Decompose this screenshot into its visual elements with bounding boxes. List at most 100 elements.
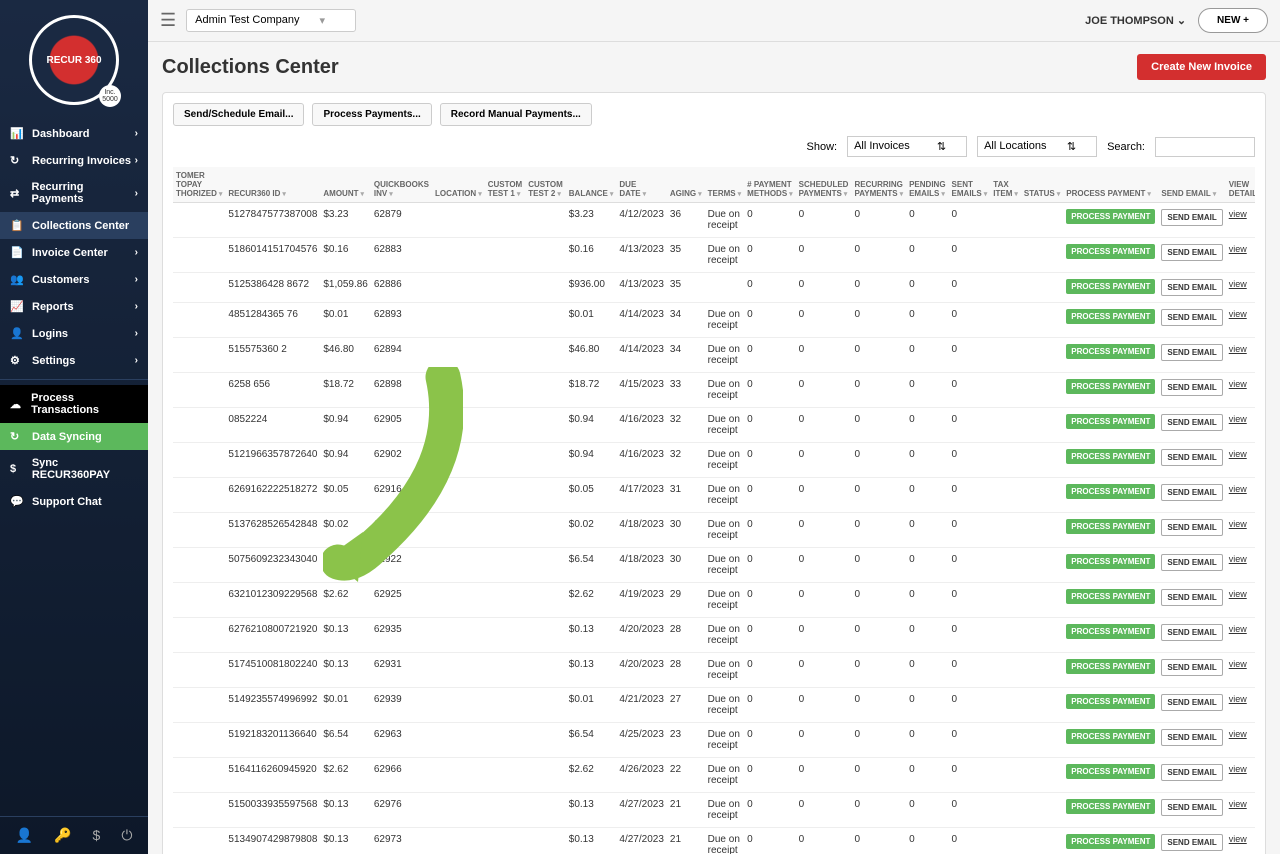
process-payment-button[interactable]: PROCESS PAYMENT [1066,449,1155,464]
send-email-button[interactable]: SEND EMAIL [1161,449,1222,466]
process-payment-button[interactable]: PROCESS PAYMENT [1066,344,1155,359]
view-link[interactable]: view [1229,414,1247,424]
send-email-button[interactable]: SEND EMAIL [1161,589,1222,606]
process-payment-button[interactable]: PROCESS PAYMENT [1066,484,1155,499]
process-payment-button[interactable]: PROCESS PAYMENT [1066,414,1155,429]
sidebar-item-reports[interactable]: 📈Reports› [0,293,148,320]
process-payment-button[interactable]: PROCESS PAYMENT [1066,209,1155,224]
send-email-button[interactable]: SEND EMAIL [1161,554,1222,571]
send-email-button[interactable]: SEND EMAIL [1161,379,1222,396]
hamburger-icon[interactable]: ☰ [160,10,176,31]
view-link[interactable]: view [1229,659,1247,669]
user-menu[interactable]: JOE THOMPSON ⌄ [1085,14,1186,27]
sidebar-item-dashboard[interactable]: 📊Dashboard› [0,120,148,147]
column-header[interactable]: VIEW DETAILS▾ [1226,167,1255,203]
send-email-button[interactable]: SEND EMAIL [1161,729,1222,746]
process-payments-button[interactable]: Process Payments... [312,103,431,126]
new-button[interactable]: NEW + [1198,8,1268,33]
process-payment-button[interactable]: PROCESS PAYMENT [1066,834,1155,849]
column-header[interactable]: QUICKBOOKS INV▾ [371,167,432,203]
view-link[interactable]: view [1229,379,1247,389]
sidebar-item-process-transactions[interactable]: ☁Process Transactions [0,385,148,423]
sidebar-item-recurring-invoices[interactable]: ↻Recurring Invoices› [0,147,148,174]
view-link[interactable]: view [1229,554,1247,564]
send-email-button[interactable]: SEND EMAIL [1161,244,1222,261]
process-payment-button[interactable]: PROCESS PAYMENT [1066,244,1155,259]
view-link[interactable]: view [1229,764,1247,774]
process-payment-button[interactable]: PROCESS PAYMENT [1066,694,1155,709]
dollar-icon[interactable]: $ [93,827,101,844]
sidebar-item-customers[interactable]: 👥Customers› [0,266,148,293]
view-link[interactable]: view [1229,279,1247,289]
view-link[interactable]: view [1229,519,1247,529]
process-payment-button[interactable]: PROCESS PAYMENT [1066,764,1155,779]
process-payment-button[interactable]: PROCESS PAYMENT [1066,589,1155,604]
view-link[interactable]: view [1229,484,1247,494]
send-email-button[interactable]: SEND EMAIL [1161,484,1222,501]
column-header[interactable]: TOMER TOPAY THORIZED▾ [173,167,225,203]
process-payment-button[interactable]: PROCESS PAYMENT [1066,659,1155,674]
view-link[interactable]: view [1229,309,1247,319]
send-email-button[interactable]: SEND EMAIL [1161,309,1222,326]
sidebar-item-recurring-payments[interactable]: ⇄Recurring Payments› [0,174,148,212]
process-payment-button[interactable]: PROCESS PAYMENT [1066,624,1155,639]
column-header[interactable]: CUSTOM TEST 1▾ [485,167,526,203]
column-header[interactable]: SENT EMAILS▾ [949,167,991,203]
view-link[interactable]: view [1229,799,1247,809]
send-email-button[interactable]: SEND EMAIL [1161,799,1222,816]
send-email-button[interactable]: SEND EMAIL [1161,279,1222,296]
sidebar-item-logins[interactable]: 👤Logins› [0,320,148,347]
column-header[interactable]: CUSTOM TEST 2▾ [525,167,566,203]
column-header[interactable]: AMOUNT▾ [320,167,371,203]
sidebar-item-collections-center[interactable]: 📋Collections Center [0,212,148,239]
column-header[interactable]: TAX ITEM▾ [990,167,1021,203]
view-link[interactable]: view [1229,694,1247,704]
search-input[interactable] [1155,137,1255,157]
process-payment-button[interactable]: PROCESS PAYMENT [1066,309,1155,324]
process-payment-button[interactable]: PROCESS PAYMENT [1066,729,1155,744]
record-manual-button[interactable]: Record Manual Payments... [440,103,592,126]
view-link[interactable]: view [1229,344,1247,354]
view-link[interactable]: view [1229,244,1247,254]
send-email-button[interactable]: SEND EMAIL [1161,694,1222,711]
create-invoice-button[interactable]: Create New Invoice [1137,54,1266,80]
view-link[interactable]: view [1229,589,1247,599]
process-payment-button[interactable]: PROCESS PAYMENT [1066,799,1155,814]
view-link[interactable]: view [1229,209,1247,219]
send-email-button[interactable]: SEND EMAIL [1161,344,1222,361]
view-link[interactable]: view [1229,729,1247,739]
send-email-button[interactable]: SEND EMAIL [1161,624,1222,641]
view-link[interactable]: view [1229,834,1247,844]
column-header[interactable]: PROCESS PAYMENT▾ [1063,167,1158,203]
column-header[interactable]: TERMS▾ [705,167,745,203]
column-header[interactable]: RECUR360 ID▾ [225,167,320,203]
location-select[interactable]: All Locations ⇅ [977,136,1097,157]
send-email-button[interactable]: SEND EMAIL [1161,659,1222,676]
column-header[interactable]: PENDING EMAILS▾ [906,167,948,203]
send-email-button[interactable]: SEND EMAIL [1161,519,1222,536]
column-header[interactable]: SCHEDULED PAYMENTS▾ [796,167,852,203]
process-payment-button[interactable]: PROCESS PAYMENT [1066,279,1155,294]
process-payment-button[interactable]: PROCESS PAYMENT [1066,554,1155,569]
sidebar-item-data-syncing[interactable]: ↻Data Syncing [0,423,148,450]
column-header[interactable]: AGING▾ [667,167,705,203]
key-icon[interactable]: 🔑 [54,827,71,844]
column-header[interactable]: BALANCE▾ [566,167,617,203]
user-icon[interactable]: 👤 [16,827,33,844]
show-select[interactable]: All Invoices ⇅ [847,136,967,157]
sidebar-item-settings[interactable]: ⚙Settings› [0,347,148,374]
send-email-button[interactable]: Send/Schedule Email... [173,103,304,126]
view-link[interactable]: view [1229,449,1247,459]
sidebar-item-invoice-center[interactable]: 📄Invoice Center› [0,239,148,266]
column-header[interactable]: LOCATION▾ [432,167,485,203]
process-payment-button[interactable]: PROCESS PAYMENT [1066,519,1155,534]
company-select[interactable]: Admin Test Company ▾ [186,9,356,32]
column-header[interactable]: SEND EMAIL▾ [1158,167,1225,203]
view-link[interactable]: view [1229,624,1247,634]
send-email-button[interactable]: SEND EMAIL [1161,414,1222,431]
send-email-button[interactable]: SEND EMAIL [1161,209,1222,226]
process-payment-button[interactable]: PROCESS PAYMENT [1066,379,1155,394]
column-header[interactable]: # PAYMENT METHODS▾ [744,167,796,203]
sidebar-item-sync-recur360pay[interactable]: $Sync RECUR360PAY [0,450,148,488]
column-header[interactable]: RECURRING PAYMENTS▾ [851,167,906,203]
